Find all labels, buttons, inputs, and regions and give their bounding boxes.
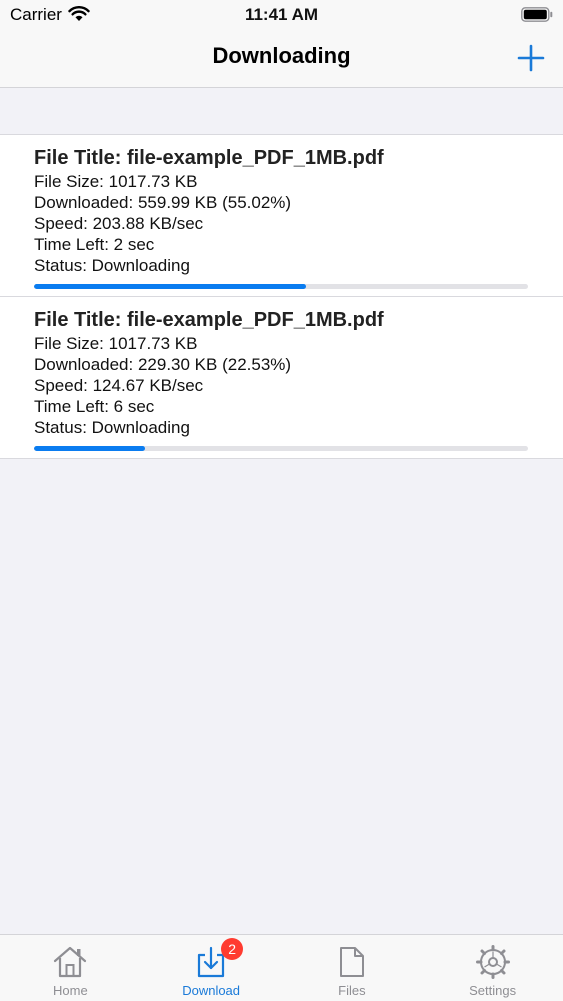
tab-label: Download (182, 983, 241, 998)
tab-label: Home (53, 983, 88, 998)
page-title: Downloading (212, 43, 351, 68)
file-size: File Size: 1017.73 KB (34, 334, 198, 353)
gear-icon (475, 945, 510, 984)
download-speed: Speed: 124.67 KB/sec (34, 376, 204, 395)
downloaded-amount: Downloaded: 229.30 KB (22.53%) (34, 355, 292, 374)
download-details: File Title: file-example_PDF_1MB.pdf Fil… (34, 307, 543, 438)
progress-bar (34, 446, 528, 451)
file-size: File Size: 1017.73 KB (34, 172, 198, 191)
download-status: Status: Downloading (34, 256, 190, 275)
progress-fill (34, 446, 146, 451)
time-left: Time Left: 2 sec (34, 235, 155, 254)
progress-fill (34, 284, 306, 289)
file-title: File Title: file-example_PDF_1MB.pdf (34, 147, 384, 169)
add-download-button[interactable] (515, 42, 547, 74)
download-list: File Title: file-example_PDF_1MB.pdf Fil… (0, 134, 563, 459)
file-title: File Title: file-example_PDF_1MB.pdf (34, 309, 384, 331)
file-icon (338, 945, 366, 984)
downloaded-amount: Downloaded: 559.99 KB (55.02%) (34, 193, 292, 212)
navigation-bar: Downloading (0, 30, 563, 88)
tab-label: Settings (469, 983, 517, 998)
tab-settings[interactable]: Settings (422, 935, 563, 1001)
home-icon (52, 945, 88, 984)
plus-icon (517, 44, 545, 72)
download-count-badge: 2 (221, 938, 244, 960)
status-bar: Carrier 11:41 AM (0, 0, 563, 30)
tab-home[interactable]: Home (0, 935, 141, 1001)
download-details: File Title: file-example_PDF_1MB.pdf Fil… (34, 145, 543, 276)
battery-icon (521, 7, 553, 27)
tab-files[interactable]: Files (282, 935, 423, 1001)
time-left: Time Left: 6 sec (34, 397, 155, 416)
download-speed: Speed: 203.88 KB/sec (34, 214, 204, 233)
tab-label: Files (338, 983, 366, 998)
tab-download[interactable]: 2 Download (141, 935, 282, 1001)
download-row[interactable]: File Title: file-example_PDF_1MB.pdf Fil… (0, 135, 563, 297)
clock: 11:41 AM (244, 5, 319, 24)
download-status: Status: Downloading (34, 418, 190, 437)
progress-bar (34, 284, 528, 289)
download-row[interactable]: File Title: file-example_PDF_1MB.pdf Fil… (0, 297, 563, 459)
tab-bar: Home 2 Download Files Settings (0, 934, 563, 1001)
